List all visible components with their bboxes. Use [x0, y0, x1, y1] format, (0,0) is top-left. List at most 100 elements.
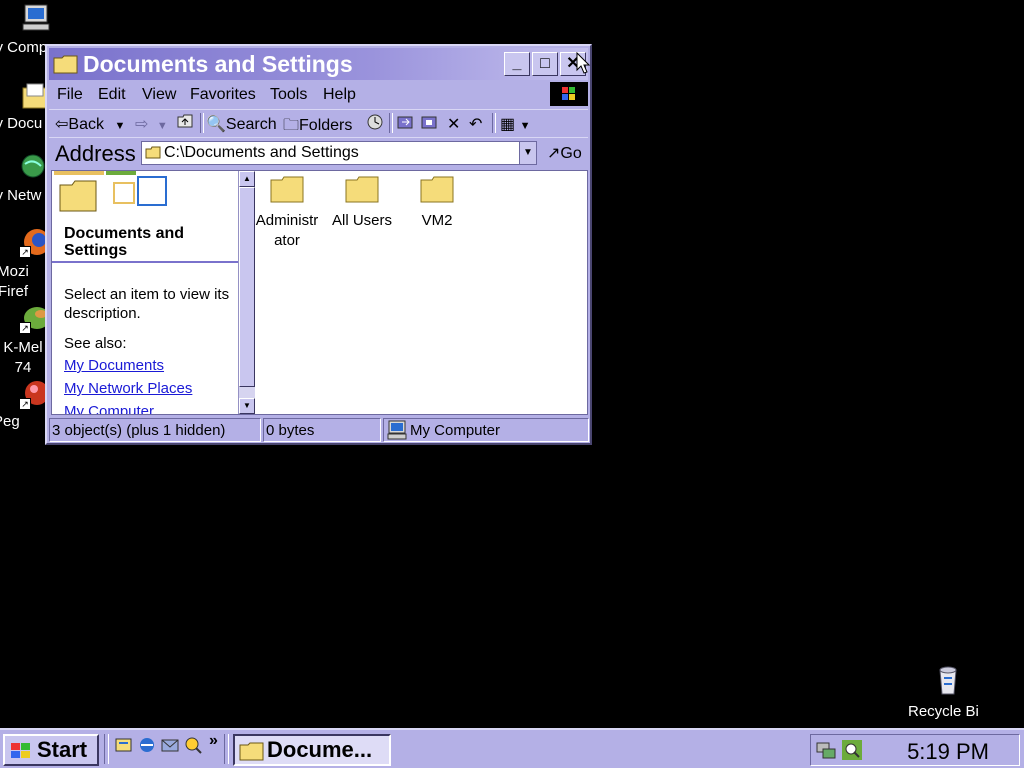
menu-bar: File Edit View Favorites Tools Help — [49, 82, 588, 108]
undo-button[interactable]: ↶ — [469, 114, 482, 134]
explorer-window[interactable]: Documents and Settings _ □ ✕ File Edit V… — [45, 44, 592, 445]
link-my-documents[interactable]: My Documents — [64, 357, 164, 374]
taskbar-separator — [224, 734, 229, 764]
mouse-cursor-icon — [576, 52, 590, 74]
up-folder-button[interactable] — [177, 114, 193, 133]
status-zone: My Computer — [383, 418, 589, 442]
internet-explorer-icon[interactable] — [138, 736, 156, 754]
file-name: All Users — [331, 212, 392, 229]
up-folder-icon — [177, 114, 193, 128]
folder-icon — [239, 742, 264, 761]
menu-view[interactable]: View — [142, 86, 176, 104]
address-dropdown-button[interactable]: ▼ — [519, 142, 536, 164]
move-to-icon — [397, 116, 413, 129]
desktop-icon-label: My Netw — [0, 187, 42, 204]
windows-flag-icon — [11, 743, 30, 758]
shortcut-arrow-icon: ↗ — [19, 322, 31, 334]
file-item-administrator[interactable]: Administr ator — [250, 175, 324, 251]
recycle-bin-icon — [932, 664, 964, 696]
taskbar-button-documents[interactable]: Docume... — [233, 734, 391, 766]
windows-logo-icon — [550, 82, 588, 106]
go-button[interactable]: ↗Go — [547, 143, 582, 163]
menu-help[interactable]: Help — [323, 86, 356, 104]
clock[interactable]: 5:19 PM — [907, 739, 989, 765]
start-label: Start — [37, 737, 88, 762]
desktop-icon-label: My Comp — [0, 39, 48, 56]
go-arrow-icon: ↗ — [547, 145, 561, 162]
desktop-icon-my-computer[interactable]: My Comp — [0, 2, 75, 56]
back-arrow-icon: ⇦ — [55, 116, 69, 133]
folder-icon — [145, 146, 161, 159]
pane-divider — [52, 261, 238, 263]
taskbar: Start » Docume... 5:19 PM — [0, 728, 1024, 768]
show-desktop-icon[interactable] — [115, 736, 133, 754]
toolbar-separator — [389, 113, 393, 133]
status-bar: 3 object(s) (plus 1 hidden) 0 bytes My C… — [49, 417, 589, 443]
taskbar-button-label: Docume... — [267, 737, 373, 762]
chevron-down-icon: ▼ — [523, 147, 533, 158]
forward-arrow-icon: ⇨ — [135, 116, 149, 133]
forward-button[interactable]: ⇨ ▼ — [135, 114, 168, 134]
media-player-icon[interactable] — [184, 736, 202, 754]
network-tray-icon[interactable] — [815, 739, 837, 761]
delete-icon: ✕ — [447, 116, 461, 133]
desktop-icon-label: My Docu — [0, 115, 43, 132]
chevron-down-icon[interactable]: ▼ — [114, 120, 125, 132]
desktop-icon-label: Recycle Bi — [908, 703, 979, 720]
move-to-button[interactable] — [397, 114, 415, 135]
desktop-icon-label: Peg — [0, 413, 20, 430]
maximize-icon: □ — [540, 55, 550, 72]
desktop-icon-label: Mozi Firef — [0, 263, 29, 300]
history-icon — [367, 114, 383, 130]
pane-description: Select an item to view its description. — [64, 286, 230, 322]
start-button[interactable]: Start — [3, 734, 99, 766]
maximize-button[interactable]: □ — [532, 52, 558, 76]
chevron-down-icon[interactable]: ▼ — [520, 120, 531, 132]
delete-button[interactable]: ✕ — [447, 114, 460, 134]
search-button[interactable]: 🔍Search — [206, 114, 277, 134]
minimize-icon: _ — [512, 55, 522, 72]
chevron-down-icon[interactable]: ▼ — [157, 120, 168, 132]
file-item-all-users[interactable]: All Users — [325, 175, 399, 231]
folder-icon — [270, 176, 304, 203]
my-computer-icon — [387, 420, 407, 440]
search-tray-icon[interactable] — [841, 739, 863, 761]
standard-toolbar: ⇦Back ▼ ⇨ ▼ 🔍Search 🗀Folders ✕ ↶ ▦ ▼ — [49, 109, 588, 136]
web-view-pane: Documents and Settings Select an item to… — [52, 171, 238, 414]
back-button[interactable]: ⇦Back ▼ — [55, 114, 125, 134]
file-item-vm2[interactable]: VM2 — [400, 175, 474, 231]
address-bar: Address C:\Documents and Settings ▼ ↗Go — [49, 137, 588, 168]
zone-label: My Computer — [410, 422, 501, 439]
folder-icon — [345, 176, 379, 203]
toolbar-separator — [492, 113, 496, 133]
menu-favorites[interactable]: Favorites — [190, 86, 256, 104]
file-name: Administr ator — [255, 212, 319, 249]
link-my-network-places[interactable]: My Network Places — [64, 380, 192, 397]
views-icon: ▦ — [500, 116, 516, 133]
undo-icon: ↶ — [469, 116, 483, 133]
desktop-icon-recycle-bin[interactable]: Recycle Bi — [908, 664, 988, 720]
search-icon: 🔍 — [206, 116, 226, 133]
shortcut-arrow-icon: ↗ — [19, 398, 31, 410]
link-my-computer[interactable]: My Computer — [64, 403, 154, 414]
menu-tools[interactable]: Tools — [270, 86, 307, 104]
menu-edit[interactable]: Edit — [98, 86, 126, 104]
copy-to-icon — [421, 116, 437, 129]
history-button[interactable] — [367, 114, 383, 135]
copy-to-button[interactable] — [421, 114, 439, 135]
shortcut-arrow-icon: ↗ — [19, 246, 31, 258]
title-bar[interactable]: Documents and Settings _ □ ✕ — [49, 48, 588, 80]
system-tray: 5:19 PM — [810, 734, 1020, 766]
my-computer-icon — [19, 2, 51, 34]
see-also-label: See also: — [64, 335, 127, 352]
folder-banner-icon — [54, 171, 167, 212]
address-input[interactable]: C:\Documents and Settings ▼ — [141, 141, 537, 165]
toolbar-separator — [200, 113, 204, 133]
scroll-down-button[interactable]: ▼ — [239, 398, 255, 414]
menu-file[interactable]: File — [57, 86, 83, 104]
minimize-button[interactable]: _ — [504, 52, 530, 76]
quick-launch-more-button[interactable]: » — [209, 732, 218, 750]
outlook-express-icon[interactable] — [161, 736, 179, 754]
content-area: Documents and Settings Select an item to… — [51, 170, 588, 415]
views-button[interactable]: ▦ ▼ — [500, 114, 530, 134]
